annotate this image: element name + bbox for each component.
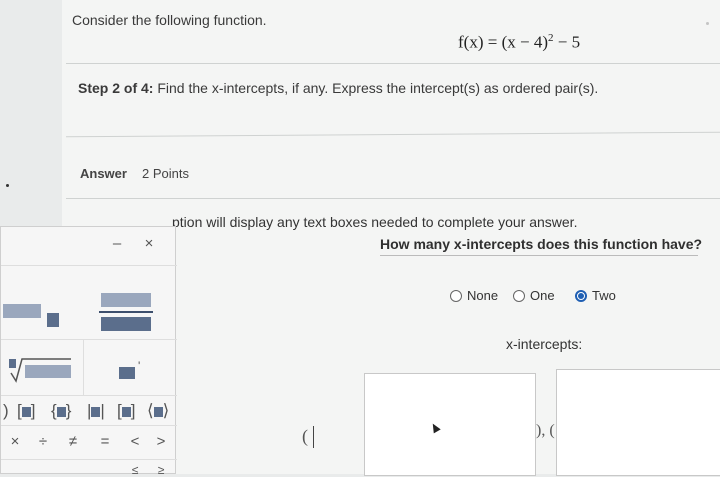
greater-than-button[interactable]: > bbox=[153, 433, 169, 450]
radio-option-two[interactable]: Two bbox=[575, 288, 616, 303]
fraction-icon[interactable] bbox=[99, 291, 153, 335]
answer-instruction: ption will display any text boxes needed… bbox=[172, 214, 578, 230]
abs-template-icon[interactable]: | | bbox=[87, 401, 105, 421]
interval-template-icon[interactable]: [] bbox=[117, 401, 135, 421]
pair-separator: ), ( bbox=[536, 422, 555, 439]
brace-template-icon[interactable]: {} bbox=[51, 401, 71, 421]
palette-divider bbox=[1, 459, 177, 460]
formula-rhs: − 5 bbox=[553, 32, 581, 52]
radio-circle[interactable] bbox=[513, 289, 525, 302]
open-paren: ( bbox=[302, 426, 308, 446]
x-intercepts-label: x-intercepts: bbox=[506, 336, 583, 352]
angle-template-icon[interactable]: ⟨ ⟩ bbox=[147, 401, 169, 421]
radio-option-none[interactable]: None bbox=[450, 288, 498, 303]
radio-circle-selected[interactable] bbox=[575, 289, 587, 302]
paren-template-icon[interactable]: ) bbox=[3, 401, 9, 421]
minimize-palette-button[interactable]: – bbox=[107, 235, 127, 252]
answer-label: Answer bbox=[80, 166, 127, 181]
question-underline bbox=[380, 255, 698, 256]
text-cursor bbox=[313, 426, 314, 448]
step-text: Find the x-intercepts, if any. Express t… bbox=[153, 80, 599, 96]
points-label: 2 Points bbox=[142, 166, 189, 181]
palette-divider bbox=[1, 425, 177, 426]
divider bbox=[66, 63, 720, 64]
function-formula: f(x) = (x − 4)2 − 5 bbox=[458, 32, 580, 53]
prime-icon[interactable]: ' bbox=[119, 359, 149, 383]
math-palette: – × ' ) [] {} | | [] ⟨ ⟩ × ÷ ≠ = < > ≤ ≥ bbox=[0, 226, 177, 477]
intercept-input-2[interactable] bbox=[556, 369, 720, 476]
nth-root-icon[interactable] bbox=[5, 355, 75, 385]
step-label: Step 2 of 4: bbox=[78, 80, 154, 96]
less-equal-button[interactable]: ≤ bbox=[127, 463, 143, 477]
not-equal-button[interactable]: ≠ bbox=[65, 433, 81, 450]
intercept-input-1[interactable] bbox=[364, 373, 536, 476]
subscript-icon[interactable] bbox=[3, 299, 63, 333]
radio-label: None bbox=[467, 288, 499, 303]
formula-lhs: f(x) = (x − 4) bbox=[458, 32, 548, 52]
bracket-template-icon[interactable]: [] bbox=[17, 401, 35, 421]
close-palette-button[interactable]: × bbox=[139, 235, 159, 252]
times-button[interactable]: × bbox=[7, 433, 23, 450]
decorative-dot bbox=[706, 22, 709, 25]
question-intro: Consider the following function. bbox=[72, 12, 267, 28]
palette-divider bbox=[1, 265, 177, 266]
divider bbox=[66, 198, 720, 199]
intercept-count-question: How many x-intercepts does this function… bbox=[380, 236, 703, 252]
radio-circle[interactable] bbox=[450, 289, 462, 302]
radio-label: One bbox=[530, 288, 555, 303]
palette-divider bbox=[1, 339, 177, 340]
less-than-button[interactable]: < bbox=[127, 433, 143, 450]
palette-divider bbox=[1, 395, 177, 396]
radio-option-one[interactable]: One bbox=[513, 288, 555, 303]
divide-button[interactable]: ÷ bbox=[35, 433, 51, 450]
radio-label: Two bbox=[592, 288, 616, 303]
step-instruction: Step 2 of 4: Find the x-intercepts, if a… bbox=[78, 80, 598, 96]
palette-divider bbox=[83, 339, 84, 395]
equal-button[interactable]: = bbox=[97, 433, 113, 450]
decorative-dot bbox=[6, 184, 9, 187]
greater-equal-button[interactable]: ≥ bbox=[153, 463, 169, 477]
